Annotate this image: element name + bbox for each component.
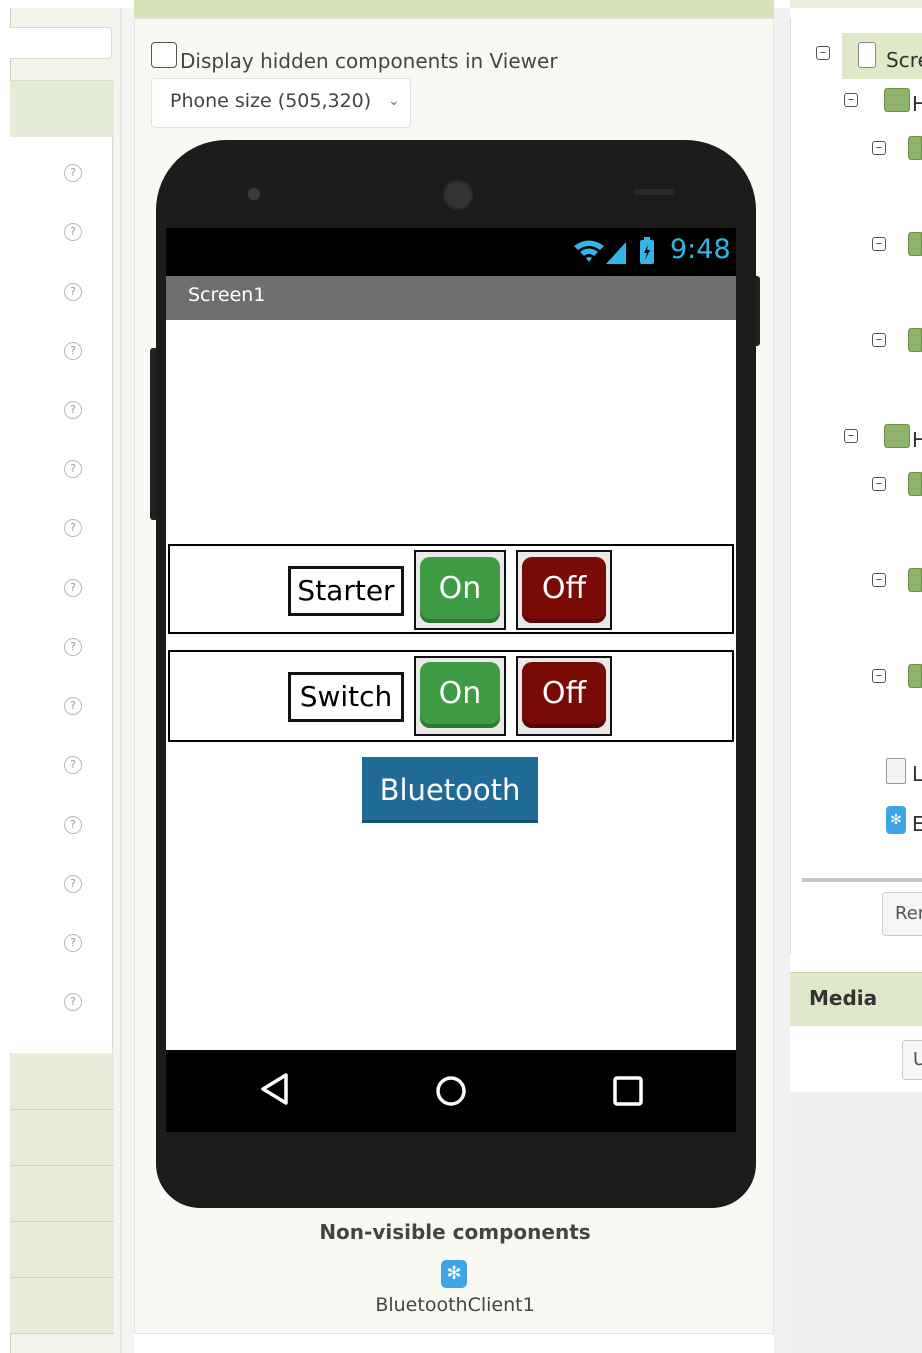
collapse-icon[interactable]: – — [844, 429, 858, 443]
palette-search-input[interactable] — [10, 27, 112, 59]
non-visible-components-title: Non-visible components — [319, 1220, 591, 1244]
bluetooth-client-label[interactable]: BluetoothClient1 — [260, 1294, 650, 1316]
phone-size-value: Phone size (505,320) — [170, 90, 372, 112]
collapse-icon[interactable]: – — [872, 573, 886, 587]
component-icon — [908, 136, 922, 160]
help-icon[interactable]: ? — [64, 460, 82, 478]
bluetooth-icon: ✻ — [441, 1260, 467, 1288]
help-icon[interactable]: ? — [64, 223, 82, 241]
horizontal-arrangement-icon — [884, 88, 910, 112]
palette-category-item[interactable] — [10, 1054, 114, 1110]
panel-gutter — [114, 8, 134, 1353]
tree-label-bluetooth: E — [912, 812, 922, 836]
horizontal-arrangement-icon — [884, 424, 910, 448]
screen-icon — [858, 42, 876, 68]
collapse-icon[interactable]: – — [872, 477, 886, 491]
help-icon[interactable]: ? — [64, 697, 82, 715]
palette-category-item[interactable] — [10, 1166, 114, 1222]
tree-label-screen1: Scre — [886, 48, 922, 72]
help-icon[interactable]: ? — [64, 816, 82, 834]
help-icon[interactable]: ? — [64, 342, 82, 360]
palette-category-header[interactable] — [10, 80, 114, 138]
component-icon — [908, 232, 922, 256]
display-hidden-checkbox[interactable] — [151, 42, 177, 68]
palette-category-item[interactable] — [10, 1278, 114, 1334]
help-icon[interactable]: ? — [64, 519, 82, 537]
component-icon — [908, 328, 922, 352]
phone-speaker — [634, 189, 674, 195]
tree-label-arrangement: H — [912, 92, 922, 116]
media-title: Media — [809, 986, 878, 1010]
tree-label-label: L — [912, 762, 922, 786]
palette-component-list — [10, 137, 113, 1053]
help-icon[interactable]: ? — [64, 283, 82, 301]
label-component-icon — [886, 758, 906, 784]
palette-top-bar — [10, 0, 122, 8]
bluetooth-icon: ✻ — [886, 806, 906, 834]
components-top-bar — [790, 0, 922, 8]
starter-label[interactable]: Starter — [288, 566, 404, 616]
starter-off-button[interactable]: Off — [522, 557, 606, 623]
panel-gutter — [774, 8, 790, 1353]
upload-file-button[interactable]: U — [902, 1040, 922, 1080]
collapse-icon[interactable]: – — [872, 141, 886, 155]
help-icon[interactable]: ? — [64, 875, 82, 893]
panel-divider[interactable] — [120, 8, 122, 1353]
starter-on-button[interactable]: On — [420, 557, 500, 623]
back-icon — [258, 1072, 290, 1115]
switch-off-button[interactable]: Off — [522, 662, 606, 728]
palette-category-item[interactable] — [10, 1110, 114, 1166]
phone-camera — [443, 180, 473, 210]
recents-icon — [612, 1075, 644, 1116]
collapse-icon[interactable]: – — [844, 93, 858, 107]
status-time: 9:48 — [670, 234, 731, 265]
tree-divider — [802, 878, 922, 882]
palette-category-item[interactable] — [10, 1222, 114, 1278]
switch-on-button[interactable]: On — [420, 662, 500, 728]
help-icon[interactable]: ? — [64, 934, 82, 952]
help-icon[interactable]: ? — [64, 638, 82, 656]
viewer-top-bar — [134, 0, 774, 19]
status-icons — [570, 236, 660, 272]
wifi-signal-battery-icon — [574, 237, 654, 264]
component-icon — [908, 568, 922, 592]
collapse-icon[interactable]: – — [872, 237, 886, 251]
help-icon[interactable]: ? — [64, 579, 82, 597]
screen-title: Screen1 — [188, 284, 266, 306]
collapse-icon[interactable]: – — [872, 669, 886, 683]
collapse-icon[interactable]: – — [872, 333, 886, 347]
collapse-icon[interactable]: – — [816, 46, 830, 60]
component-icon — [908, 472, 922, 496]
rename-button[interactable]: Ren — [882, 892, 922, 936]
help-icon[interactable]: ? — [64, 401, 82, 419]
display-hidden-label: Display hidden components in Viewer — [180, 49, 558, 73]
right-panel-background — [790, 1092, 922, 1353]
component-icon — [908, 664, 922, 688]
help-icon[interactable]: ? — [64, 993, 82, 1011]
phone-sensor — [248, 188, 260, 200]
help-icon[interactable]: ? — [64, 756, 82, 774]
bluetooth-button[interactable]: Bluetooth — [362, 757, 538, 823]
chevron-down-icon: ⌄ — [388, 93, 400, 109]
tree-label-arrangement: H — [912, 428, 922, 452]
switch-label[interactable]: Switch — [288, 672, 404, 722]
help-icon[interactable]: ? — [64, 164, 82, 182]
home-icon — [434, 1074, 468, 1117]
